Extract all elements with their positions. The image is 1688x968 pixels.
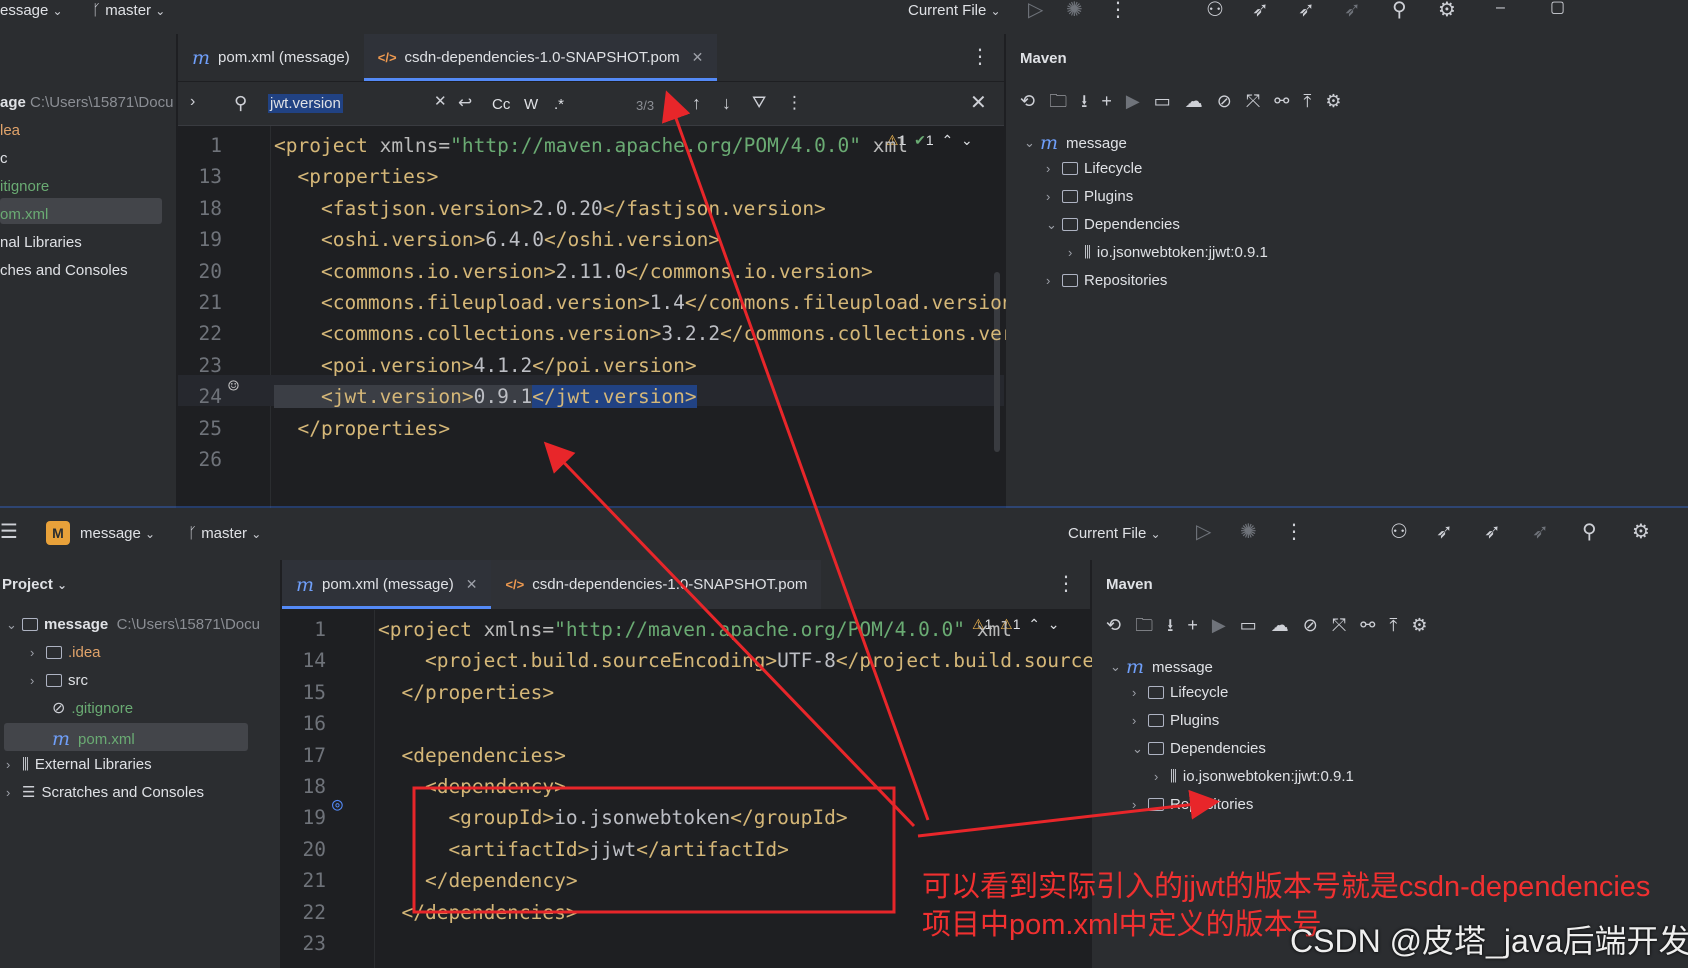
watermark: CSDN @皮塔_java后端开发 (1290, 923, 1688, 959)
arrow-to-tab (661, 90, 930, 821)
annotation-line-1: 可以看到实际引入的jjwt的版本号就是csdn-dependencies (922, 871, 1651, 903)
arrow-to-version (543, 441, 916, 828)
highlight-box (412, 786, 896, 914)
arrow-to-maven-dep (917, 789, 1220, 838)
annotation-overlay (412, 90, 1220, 914)
